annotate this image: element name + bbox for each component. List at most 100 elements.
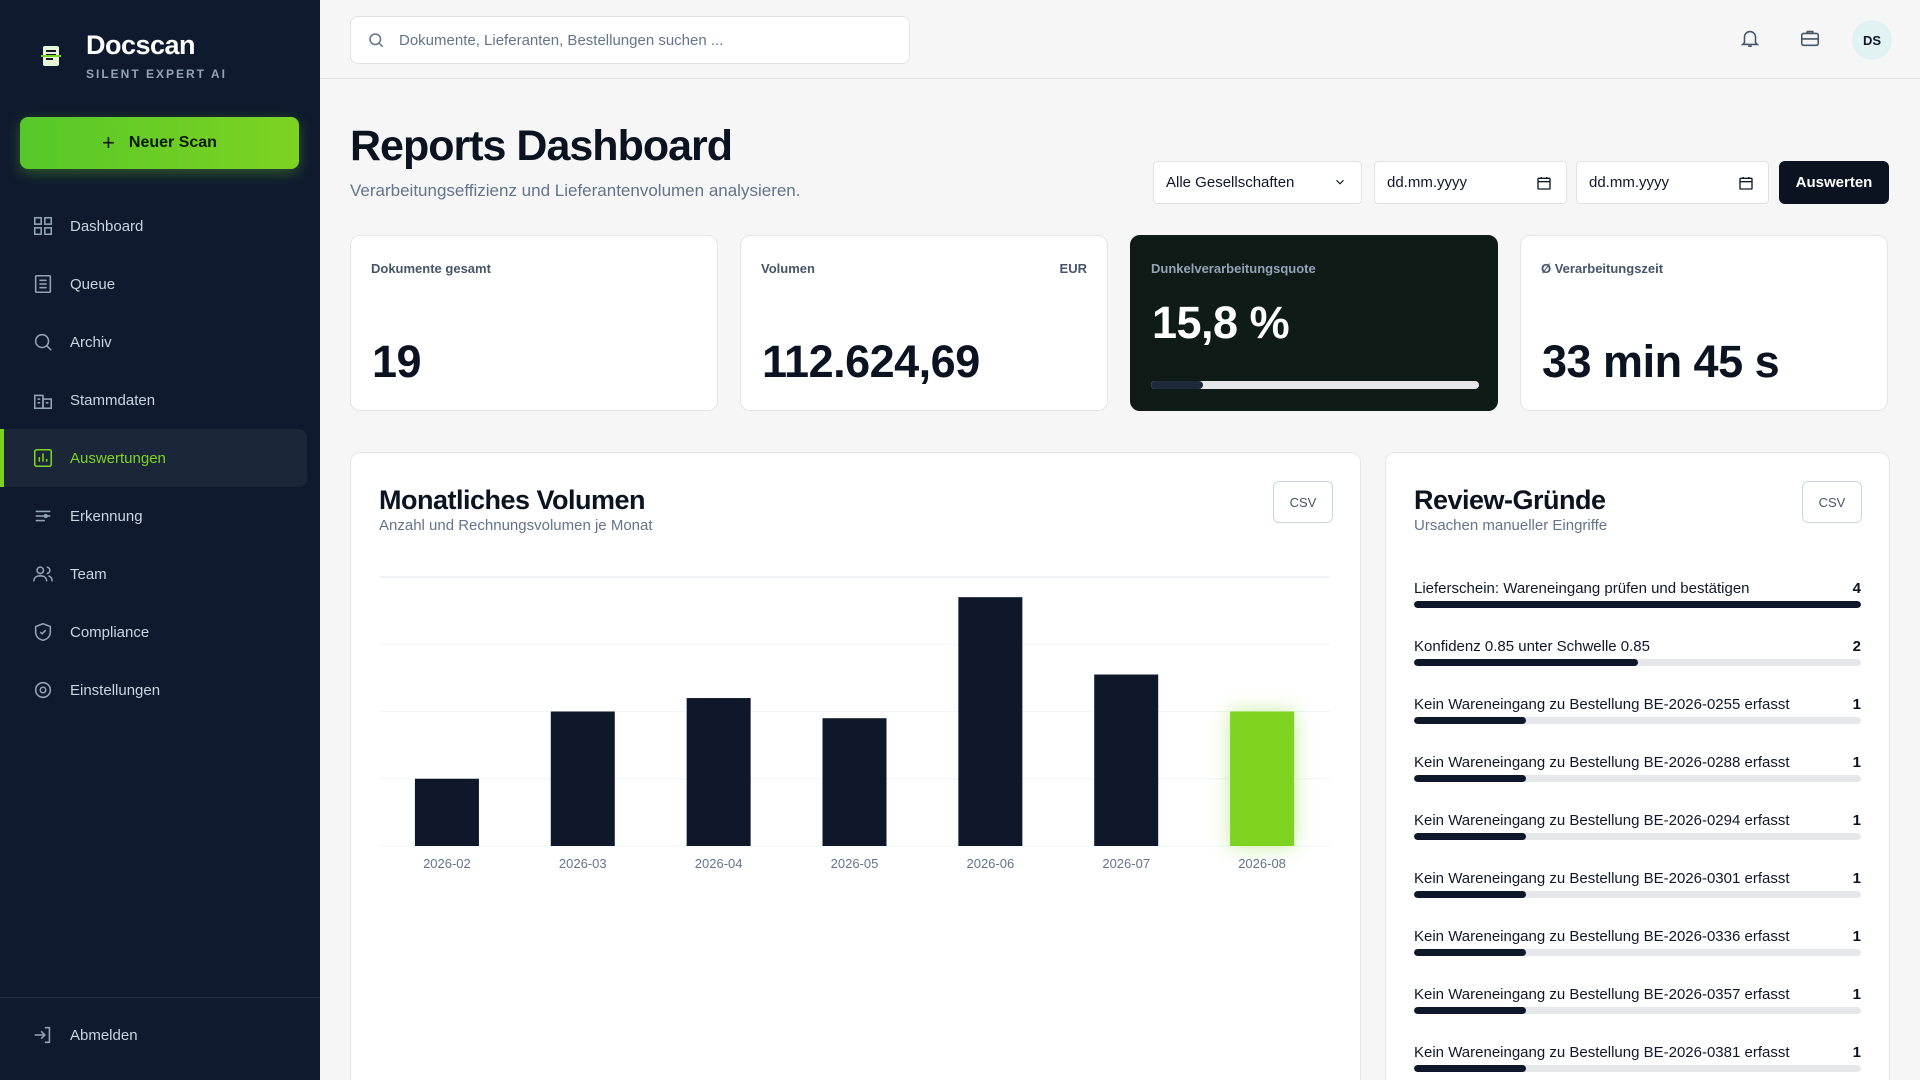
review-reason-row[interactable]: Kein Wareneingang zu Bestellung BE-2026-… bbox=[1414, 1044, 1861, 1080]
company-select[interactable]: Alle Gesellschaften bbox=[1153, 161, 1362, 204]
chart-bar[interactable] bbox=[1230, 711, 1295, 847]
kpi-card-processing-time: Ø Verarbeitungszeit 33 min 45 s bbox=[1520, 235, 1888, 411]
brand[interactable]: Docscan SILENT EXPERT AI bbox=[36, 30, 227, 81]
progress-fill bbox=[1151, 381, 1203, 389]
kpi-value: 15,8 % bbox=[1152, 297, 1290, 348]
kpi-card-dark-processing: Dunkelverarbeitungsquote 15,8 % bbox=[1130, 235, 1498, 411]
review-reason-label: Kein Wareneingang zu Bestellung BE-2026-… bbox=[1414, 928, 1790, 945]
building-icon bbox=[33, 394, 53, 410]
chart-x-tick-label: 2026-06 bbox=[966, 856, 1014, 871]
plus-icon: + bbox=[102, 130, 115, 155]
review-reasons-panel: Review-Gründe Ursachen manueller Eingrif… bbox=[1385, 452, 1890, 1080]
review-reason-label: Kein Wareneingang zu Bestellung BE-2026-… bbox=[1414, 696, 1790, 713]
review-reasons-list: Lieferschein: Wareneingang prüfen und be… bbox=[1414, 580, 1861, 1080]
progress-bar bbox=[1151, 381, 1479, 389]
review-reason-label: Kein Wareneingang zu Bestellung BE-2026-… bbox=[1414, 1044, 1790, 1061]
date-from-field[interactable]: dd.mm.yyyy bbox=[1374, 161, 1567, 204]
bell-icon bbox=[1740, 30, 1760, 48]
chart-bar[interactable] bbox=[822, 718, 887, 846]
sidebar-item-einstellungen[interactable]: Einstellungen bbox=[0, 661, 320, 719]
review-reason-bar-fill bbox=[1414, 1007, 1526, 1014]
sidebar-item-queue[interactable]: Queue bbox=[0, 255, 320, 313]
kpi-label: Dunkelverarbeitungsquote bbox=[1151, 261, 1316, 276]
logout-button[interactable]: Abmelden bbox=[0, 998, 320, 1072]
sidebar-footer: Abmelden bbox=[0, 997, 320, 1080]
inbox-button[interactable] bbox=[1796, 24, 1824, 52]
review-reason-row[interactable]: Kein Wareneingang zu Bestellung BE-2026-… bbox=[1414, 812, 1861, 870]
search-icon bbox=[369, 33, 384, 48]
brand-tagline: SILENT EXPERT AI bbox=[86, 67, 227, 81]
review-reason-row[interactable]: Kein Wareneingang zu Bestellung BE-2026-… bbox=[1414, 754, 1861, 812]
notifications-button[interactable] bbox=[1736, 24, 1764, 52]
review-reason-count: 1 bbox=[1852, 870, 1861, 887]
new-scan-button[interactable]: + Neuer Scan bbox=[20, 117, 299, 169]
kpi-value: 19 bbox=[372, 336, 422, 387]
review-reason-label: Konfidenz 0.85 unter Schwelle 0.85 bbox=[1414, 638, 1650, 655]
kpi-label: Ø Verarbeitungszeit bbox=[1541, 261, 1664, 276]
monthly-volume-panel: Monatliches Volumen Anzahl und Rechnungs… bbox=[350, 452, 1361, 1080]
sidebar-item-erkennung[interactable]: Erkennung bbox=[0, 487, 320, 545]
review-reason-row[interactable]: Konfidenz 0.85 unter Schwelle 0.85 2 bbox=[1414, 638, 1861, 696]
sidebar-nav: Dashboard Queue Archiv Stammdaten Auswer… bbox=[0, 197, 320, 719]
date-from-placeholder: dd.mm.yyyy bbox=[1387, 174, 1468, 191]
chart-bar[interactable] bbox=[550, 711, 615, 847]
review-reason-count: 4 bbox=[1852, 580, 1861, 597]
sidebar-item-team[interactable]: Team bbox=[0, 545, 320, 603]
review-reason-row[interactable]: Lieferschein: Wareneingang prüfen und be… bbox=[1414, 580, 1861, 638]
review-reason-row[interactable]: Kein Wareneingang zu Bestellung BE-2026-… bbox=[1414, 696, 1861, 754]
briefcase-icon bbox=[1800, 30, 1820, 47]
review-reason-count: 1 bbox=[1852, 1044, 1861, 1061]
document-scan-icon bbox=[36, 41, 66, 71]
page-subtitle: Verarbeitungseffizienz und Lieferantenvo… bbox=[350, 181, 801, 200]
review-reason-count: 1 bbox=[1852, 696, 1861, 713]
review-reason-bar bbox=[1414, 1007, 1861, 1014]
kpi-value: 112.624,69 bbox=[762, 336, 980, 387]
review-reason-bar-fill bbox=[1414, 891, 1526, 898]
logout-icon bbox=[34, 1026, 51, 1044]
sidebar-item-compliance[interactable]: Compliance bbox=[0, 603, 320, 661]
review-reason-bar bbox=[1414, 891, 1861, 898]
kpi-label: Volumen bbox=[761, 261, 815, 276]
review-reason-label: Kein Wareneingang zu Bestellung BE-2026-… bbox=[1414, 870, 1790, 887]
review-reason-label: Lieferschein: Wareneingang prüfen und be… bbox=[1414, 580, 1750, 597]
review-reason-bar-fill bbox=[1414, 833, 1526, 840]
calendar-icon[interactable] bbox=[1738, 175, 1754, 191]
sidebar-item-stammdaten[interactable]: Stammdaten bbox=[0, 371, 320, 429]
review-reason-bar-fill bbox=[1414, 1065, 1526, 1072]
users-icon bbox=[33, 566, 53, 582]
chart-bar[interactable] bbox=[958, 597, 1023, 846]
sidebar-item-label: Team bbox=[70, 565, 107, 583]
sidebar-item-dashboard[interactable]: Dashboard bbox=[0, 197, 320, 255]
sidebar-item-label: Auswertungen bbox=[70, 449, 166, 467]
review-reason-bar bbox=[1414, 659, 1861, 666]
search-input[interactable] bbox=[399, 31, 879, 49]
sidebar-item-auswertungen[interactable]: Auswertungen bbox=[0, 429, 307, 487]
volume-bar-chart: 2026-02 2026-03 2026-04 2026-05 2026-06 2026-… bbox=[379, 576, 1330, 871]
review-reason-bar bbox=[1414, 717, 1861, 724]
avatar[interactable]: DS bbox=[1852, 20, 1892, 60]
kpi-unit: EUR bbox=[1059, 261, 1087, 276]
review-reason-bar-fill bbox=[1414, 717, 1526, 724]
review-reason-row[interactable]: Kein Wareneingang zu Bestellung BE-2026-… bbox=[1414, 928, 1861, 986]
brand-name: Docscan bbox=[86, 30, 196, 60]
review-reason-row[interactable]: Kein Wareneingang zu Bestellung BE-2026-… bbox=[1414, 986, 1861, 1044]
chart-bar[interactable] bbox=[414, 778, 479, 846]
csv-export-button[interactable]: CSV bbox=[1802, 481, 1862, 523]
gear-icon bbox=[34, 681, 52, 699]
review-reason-count: 1 bbox=[1852, 754, 1861, 771]
chart-bar[interactable] bbox=[1094, 674, 1159, 846]
kpi-label: Dokumente gesamt bbox=[371, 261, 491, 276]
calendar-icon[interactable] bbox=[1536, 175, 1552, 191]
review-reason-row[interactable]: Kein Wareneingang zu Bestellung BE-2026-… bbox=[1414, 870, 1861, 928]
sidebar-item-archiv[interactable]: Archiv bbox=[0, 313, 320, 371]
evaluate-button[interactable]: Auswerten bbox=[1779, 161, 1889, 204]
chart-bar[interactable] bbox=[686, 698, 751, 846]
sidebar: Docscan SILENT EXPERT AI + Neuer Scan Da… bbox=[0, 0, 320, 1080]
kpi-card-documents: Dokumente gesamt 19 bbox=[350, 235, 718, 411]
review-reason-count: 1 bbox=[1852, 986, 1861, 1003]
sidebar-item-label: Stammdaten bbox=[70, 391, 156, 409]
date-to-field[interactable]: dd.mm.yyyy bbox=[1576, 161, 1769, 204]
sidebar-item-label: Queue bbox=[70, 275, 116, 293]
date-to-placeholder: dd.mm.yyyy bbox=[1589, 174, 1670, 191]
sidebar-item-label: Archiv bbox=[70, 333, 112, 351]
